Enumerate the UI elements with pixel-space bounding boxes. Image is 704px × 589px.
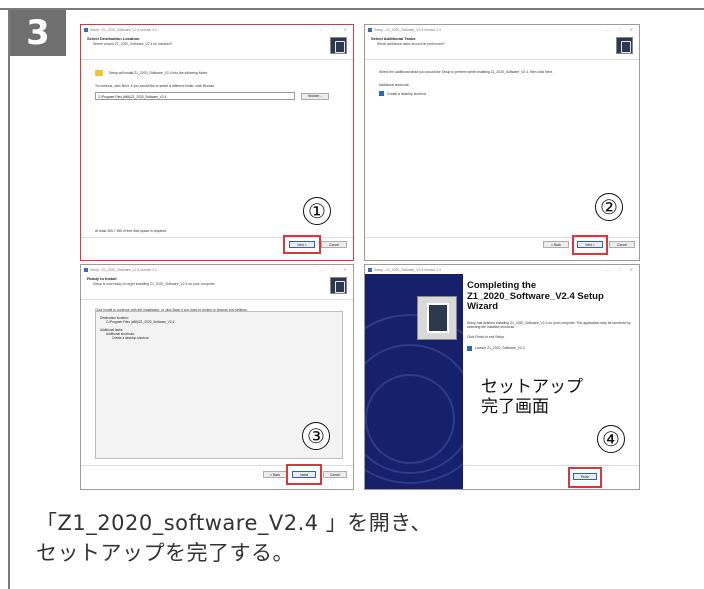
setup-window-destination: Setup - Z1_2020_Software_V2.4 version 2.…	[80, 24, 354, 261]
next-button-highlight	[572, 235, 608, 255]
instruction-caption: 「Z1_2020_software_V2.4 」を開き、 セットアップを完了する…	[36, 508, 432, 568]
page-title: Select Destination Location	[87, 36, 140, 41]
summary-line: Create a desktop shortcut	[112, 336, 149, 340]
setup-window-ready: Setup - Z1_2020_Software_V2.4 version 2.…	[80, 264, 354, 490]
step-number-badge: 3	[10, 10, 66, 56]
window-titlebar: Setup - Z1_2020_Software_V2.4 version 2.…	[81, 25, 353, 34]
destination-path-input[interactable]: C:\Program Files (x86)\Z1_2020_Software_…	[95, 92, 295, 100]
window-controls[interactable]: — □ ✕	[605, 267, 639, 272]
wizard-header: Select Destination Location Where should…	[81, 34, 353, 60]
minimize-icon[interactable]: —	[319, 267, 323, 272]
step-marker-1: ①	[303, 197, 331, 225]
checkbox-checked-icon[interactable]	[467, 345, 472, 351]
browse-instruction: To continue, click Next. If you would li…	[95, 84, 216, 88]
next-button-highlight	[283, 235, 321, 254]
instruction-slide: 3 Setup - Z1_2020_Software_V2.4 version …	[0, 0, 704, 589]
setup-window-tasks: Setup - Z1_2020_Software_V2.4 version 2.…	[364, 24, 640, 261]
wizard-header: Ready to Install Setup is now ready to b…	[81, 274, 353, 300]
installer-logo-icon	[330, 37, 347, 54]
footer-divider	[463, 465, 639, 466]
setup-complete-label: セットアップ 完了画面	[481, 377, 583, 417]
back-button[interactable]: < Back	[263, 471, 287, 478]
launch-app-checkbox[interactable]: Launch Z1_2020_Software_V2.4	[467, 345, 633, 351]
window-titlebar: Setup - Z1_2020_Software_V2.4 version 2.…	[365, 265, 639, 274]
window-title: Setup - Z1_2020_Software_V2.4 version 2.…	[374, 267, 441, 272]
window-title: Setup - Z1_2020_Software_V2.4 version 2.…	[90, 267, 157, 272]
overlay-line: セットアップ	[481, 377, 583, 397]
wizard-header: Select Additional Tasks Which additional…	[365, 34, 639, 60]
page-title: Ready to Install	[87, 276, 117, 281]
wizard-side-banner	[365, 274, 463, 489]
window-title: Setup - Z1_2020_Software_V2.4 version 2.…	[374, 27, 441, 32]
installer-logo-icon	[616, 37, 633, 54]
checkbox-checked-icon[interactable]	[379, 91, 384, 96]
tasks-instruction: Select the additional tasks you would li…	[379, 70, 553, 74]
step-marker-2: ②	[595, 193, 623, 221]
step-marker-3: ③	[302, 422, 330, 450]
checkbox-label: Launch Z1_2020_Software_V2.4	[475, 346, 525, 350]
page-title: Completing the Z1_2020_Software_V2.4 Set…	[467, 280, 604, 312]
minimize-icon[interactable]: —	[319, 27, 323, 32]
installer-box-icon	[417, 296, 457, 340]
close-icon[interactable]: ✕	[630, 27, 633, 32]
left-rule	[8, 8, 10, 589]
folder-icon	[95, 70, 103, 76]
page-subtitle: Which additional tasks should be perform…	[377, 42, 445, 46]
close-icon[interactable]: ✕	[344, 267, 347, 272]
install-button-highlight	[286, 464, 322, 485]
cancel-button[interactable]: Cancel	[323, 471, 347, 478]
setup-app-icon	[368, 267, 372, 272]
maximize-icon[interactable]: □	[332, 27, 334, 32]
page-title: Select Additional Tasks	[371, 36, 416, 41]
cancel-button[interactable]: Cancel	[321, 241, 347, 248]
close-icon[interactable]: ✕	[344, 27, 347, 32]
minimize-icon[interactable]: —	[605, 27, 609, 32]
finish-info-text: Setup has finished installing Z1_2020_So…	[467, 320, 631, 329]
minimize-icon[interactable]: —	[605, 267, 609, 272]
window-controls[interactable]: — □ ✕	[605, 27, 639, 32]
finish-button-highlight	[568, 467, 602, 488]
window-title: Setup - Z1_2020_Software_V2.4 version 2.…	[90, 27, 157, 32]
window-controls[interactable]: — □ ✕	[319, 27, 353, 32]
finish-instruction: Click Finish to exit Setup.	[467, 334, 506, 339]
section-label: Additional shortcuts:	[379, 83, 410, 87]
install-folder-row: Setup will install Z1_2020_Software_V2.4…	[95, 70, 339, 76]
back-button[interactable]: < Back	[543, 241, 569, 248]
window-controls[interactable]: — □ ✕	[319, 267, 353, 272]
close-icon[interactable]: ✕	[630, 267, 633, 272]
installer-logo-icon	[330, 277, 347, 294]
window-titlebar: Setup - Z1_2020_Software_V2.4 version 2.…	[81, 265, 353, 274]
page-subtitle: Where should Z1_2020_Software_V2.4 be in…	[93, 42, 173, 46]
caption-line-1: 「Z1_2020_software_V2.4 」を開き、	[36, 511, 432, 535]
maximize-icon[interactable]: □	[618, 27, 620, 32]
setup-app-icon	[84, 27, 88, 32]
disk-space-text: At least 305.7 MB of free disk space is …	[95, 229, 167, 233]
setup-app-icon	[368, 27, 372, 32]
setup-app-icon	[84, 267, 88, 272]
page-subtitle: Setup is now ready to begin installing Z…	[93, 282, 216, 286]
cancel-button[interactable]: Cancel	[609, 241, 635, 248]
desktop-shortcut-checkbox[interactable]: Create a desktop shortcut	[379, 91, 625, 96]
setup-window-complete: Setup - Z1_2020_Software_V2.4 version 2.…	[364, 264, 640, 490]
overlay-line: 完了画面	[481, 397, 549, 417]
browse-button[interactable]: Browse...	[301, 92, 329, 100]
caption-line-2: セットアップを完了する。	[36, 541, 294, 565]
install-info-text: Setup will install Z1_2020_Software_V2.4…	[109, 71, 208, 75]
window-titlebar: Setup - Z1_2020_Software_V2.4 version 2.…	[365, 25, 639, 34]
top-rule	[0, 8, 704, 10]
step-marker-4: ④	[597, 425, 625, 453]
maximize-icon[interactable]: □	[618, 267, 620, 272]
maximize-icon[interactable]: □	[332, 267, 334, 272]
checkbox-label: Create a desktop shortcut	[387, 91, 426, 96]
